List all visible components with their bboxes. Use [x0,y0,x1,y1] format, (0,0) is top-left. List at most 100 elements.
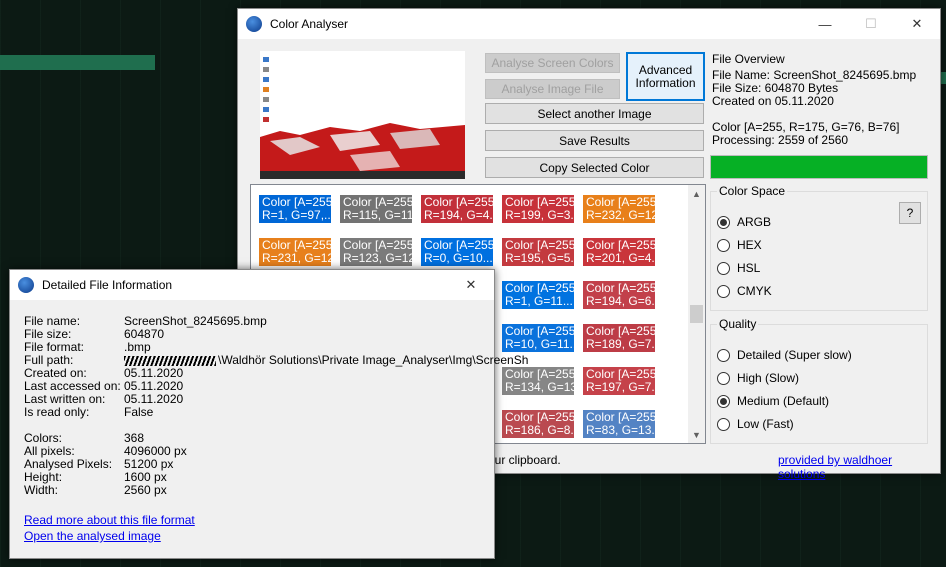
radio-label: High (Slow) [737,371,800,385]
color-swatch[interactable]: Color [A=255,R=115, G=11... [340,195,412,223]
radio-detailed-super-slow[interactable]: Detailed (Super slow) [717,348,852,362]
radio-button-icon[interactable] [717,261,730,275]
color-swatch[interactable]: Color [A=255, R=197, G=7... [583,367,655,395]
detail-row: Width: 2560 px [24,484,167,497]
color-swatch[interactable]: Color [A=255, R=194, G=4... [421,195,493,223]
radio-cmyk[interactable]: CMYK [717,284,772,298]
radio-button-icon[interactable] [717,284,730,298]
detail-row: Full path: \Waldhör Solutions\Private Ima… [24,354,528,367]
detail-window-title: Detailed File Information [42,278,173,292]
radio-button-icon[interactable] [717,417,730,431]
color-swatch[interactable]: Color [A=255,R=123, G=12... [340,238,412,266]
swatch-value: R=199, G=3... [505,208,574,222]
radio-button-icon[interactable] [717,394,730,408]
progress-bar [710,155,928,179]
radio-label: HEX [737,238,762,252]
radio-low-fast[interactable]: Low (Fast) [717,417,794,431]
maximize-icon[interactable]: ☐ [848,9,894,39]
advanced-information-button[interactable]: Advanced Information [626,52,705,101]
color-swatch[interactable]: Color [A=255, R=201, G=4... [583,238,655,266]
radio-argb[interactable]: ARGB [717,215,771,229]
save-results-button[interactable]: Save Results [485,130,704,151]
detail-value: 2560 px [124,483,167,497]
open-image-link[interactable]: Open the analysed image [24,529,161,543]
copy-color-button[interactable]: Copy Selected Color [485,157,704,178]
color-swatch[interactable]: Color [A=255, R=199, G=3... [502,195,574,223]
color-swatch[interactable]: Color [A=255,R=231, G=12... [259,238,331,266]
radio-label: HSL [737,261,761,275]
color-swatch[interactable]: Color [A=255, R=10, G=11... [502,324,574,352]
swatch-value: R=231, G=12... [262,251,331,265]
analyse-image-button[interactable]: Analyse Image File [485,79,620,99]
app-icon [246,16,262,32]
close-icon[interactable]: ✕ [894,9,940,39]
file-name-text: File Name: ScreenShot_8245695.bmp [712,68,917,82]
swatch-value: R=1, G=11... [505,294,573,308]
swatch-value: R=197, G=7... [586,380,655,394]
scroll-up-icon[interactable]: ▲ [688,185,705,202]
swatch-value: R=115, G=11... [343,208,412,222]
radio-button-icon[interactable] [717,371,730,385]
color-swatch[interactable]: Color [A=255, R=1, G=97,... [259,195,331,223]
minimize-icon[interactable]: — [802,9,848,39]
close-icon[interactable]: ✕ [448,270,494,300]
analyse-screen-button[interactable]: Analyse Screen Colors [485,53,620,73]
radio-label: Detailed (Super slow) [737,348,852,362]
file-size-text: File Size: 604870 Bytes [712,81,839,95]
processing-text: Processing: 2559 of 2560 [712,133,849,147]
radio-button-icon[interactable] [717,215,730,229]
color-swatch[interactable]: Color [A=255, R=195, G=5... [502,238,574,266]
file-overview-title: File Overview [710,52,787,66]
swatch-value: R=123, G=12... [343,251,412,265]
radio-button-icon[interactable] [717,238,730,252]
swatch-value: R=201, G=4... [586,251,655,265]
vertical-scrollbar[interactable]: ▲ ▼ [688,185,705,443]
swatch-value: R=186, G=8... [505,423,574,437]
scrollbar-thumb[interactable] [690,305,703,323]
swatch-value: R=134, G=13... [505,380,574,394]
detail-title-bar[interactable]: Detailed File Information ✕ [10,270,494,300]
file-format-link[interactable]: Read more about this file format [24,513,195,527]
scroll-down-icon[interactable]: ▼ [688,426,705,443]
swatch-value: R=0, G=10... [424,251,493,265]
quality-title: Quality [717,317,759,331]
select-image-button[interactable]: Select another Image [485,103,704,124]
swatch-value: R=1, G=97,... [262,208,331,222]
swatch-value: R=83, G=13... [586,423,655,437]
waldhoer-link[interactable]: provided by waldhoer solutions [778,453,940,481]
help-button[interactable]: ? [899,202,921,224]
window-title: Color Analyser [270,17,349,31]
swatch-value: R=10, G=11... [505,337,574,351]
detailed-file-information-window: Detailed File Information ✕ File name: Sc… [9,269,528,559]
title-bar[interactable]: Color Analyser — ☐ ✕ [238,9,940,39]
color-swatch[interactable]: Color [A=255, R=0, G=10... [421,238,493,266]
detail-value: .bmp [124,340,151,354]
radio-hsl[interactable]: HSL [717,261,760,275]
color-space-title: Color Space [717,184,788,198]
color-swatch[interactable]: Color [A=255,R=232, G=12... [583,195,655,223]
detail-label: Width: [24,483,59,497]
progress-fill [711,156,927,178]
radio-label: CMYK [737,284,772,298]
color-swatch[interactable]: Color [A=255, R=83, G=13... [583,410,655,438]
status-text: our clipboard. [488,453,561,467]
color-swatch[interactable]: Color [A=255,R=134, G=13... [502,367,574,395]
radio-button-icon[interactable] [717,348,730,362]
color-swatch[interactable]: Color [A=255, R=186, G=8... [502,410,574,438]
detail-value: \Waldhör Solutions\Private Image_Analyse… [124,354,528,367]
detail-label: Is read only: [24,405,90,419]
advanced-information-label: Advanced Information [635,62,696,90]
file-overview-group: File Overview File Name: ScreenShot_8245… [710,52,926,147]
radio-high-slow[interactable]: High (Slow) [717,371,799,385]
color-swatch[interactable]: Color [A=255, R=189, G=7... [583,324,655,352]
radio-hex[interactable]: HEX [717,238,762,252]
desktop-decoration [0,55,155,70]
color-swatch[interactable]: Color [A=255, R=194, G=6... [583,281,655,309]
color-swatch[interactable]: Color [A=255, R=1, G=11... [502,281,574,309]
detail-row: Is read only: False [24,406,153,419]
swatch-value: R=194, G=6... [586,294,655,308]
color-text: Color [A=255, R=175, G=76, B=76] [712,120,900,134]
swatch-value: R=195, G=5... [505,251,574,265]
radio-medium-default[interactable]: Medium (Default) [717,394,829,408]
quality-group: Quality Detailed (Super slow) High (Slow)… [710,317,928,444]
